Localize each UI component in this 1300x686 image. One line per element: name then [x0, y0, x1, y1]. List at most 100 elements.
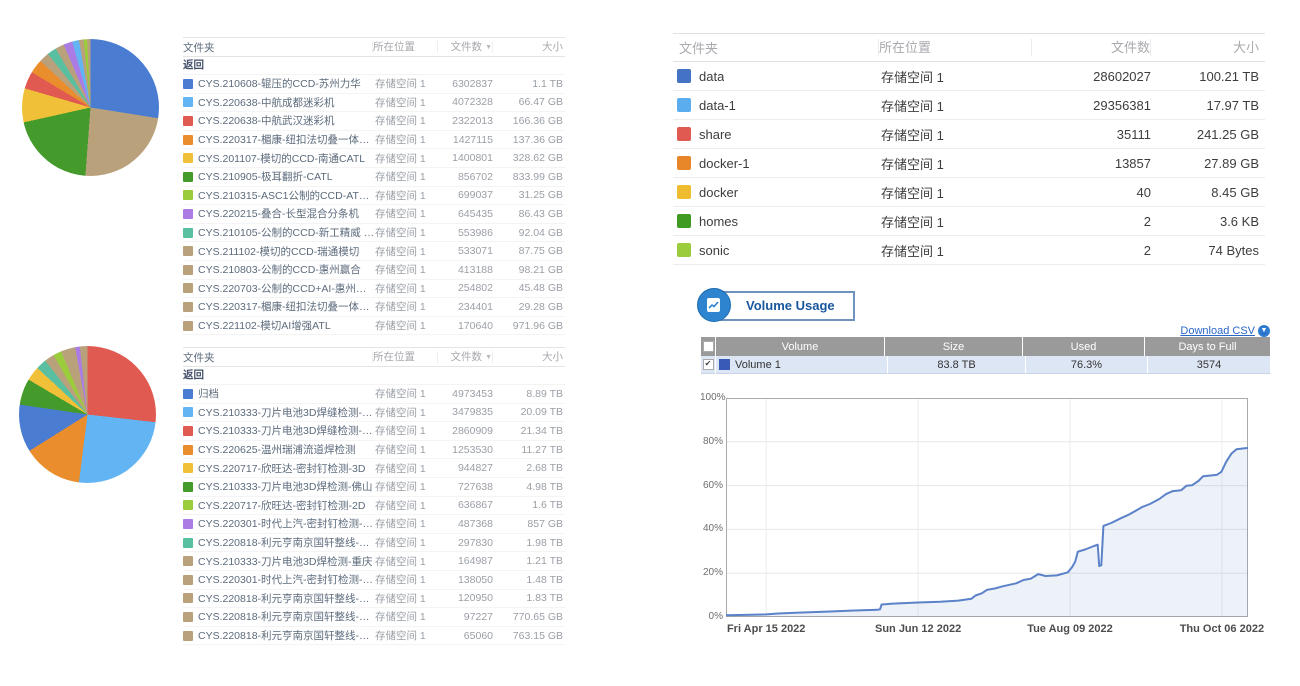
folder-name: CYS.210803-公制的CCD-惠州赢合 — [198, 262, 361, 277]
column-header-size[interactable]: 大小 — [492, 351, 565, 363]
file-count-cell: 1427115 — [439, 134, 493, 146]
column-header-count[interactable]: 文件数 — [1031, 39, 1150, 56]
table-row[interactable]: CYS.220215-叠合-长型混合分条机存储空间 164543586.43 G… — [183, 205, 565, 224]
location-cell: 存储空间 1 — [375, 516, 439, 531]
folder-name: CYS.220717-欣旺达-密封钉检测-2D — [198, 498, 365, 513]
folder-name-cell: CYS.210608-辊压的CCD-苏州力华 — [183, 76, 375, 91]
table-row[interactable]: CYS.220638-中航武汉迷彩机存储空间 12322013166.36 GB — [183, 112, 565, 131]
folder-name-cell: CYS.220638-中航成都迷彩机 — [183, 95, 375, 110]
file-count-cell: 2 — [1033, 214, 1151, 229]
legend-color-chip — [183, 116, 193, 126]
table-row[interactable]: CYS.220818-利元亨南京国轩整线-顶盖激光焊接-...存储空间 1972… — [183, 608, 565, 627]
folder-name-cell: CYS.220818-利元亨南京国轩整线-顶盖激光焊接-... — [183, 609, 375, 624]
table-row[interactable]: CYS.210105-公制的CCD-新工精威 (兰溪)存储空间 15539869… — [183, 224, 565, 243]
table-row[interactable]: data存储空间 128602027100.21 TB — [673, 62, 1265, 91]
folder-name-cell: CYS.220301-时代上汽-密封钉检测-2D — [183, 572, 375, 587]
table-row[interactable]: CYS.220301-时代上汽-密封钉检测-3D存储空间 1487368857 … — [183, 515, 565, 534]
column-header-folder[interactable]: 文件夹 — [183, 40, 372, 55]
x-axis-tick-label: Thu Oct 06 2022 — [1162, 623, 1282, 635]
size-cell: 2.68 TB — [493, 462, 565, 474]
table-row[interactable]: CYS.201107-模切的CCD-南通CATL存储空间 11400801328… — [183, 149, 565, 168]
location-cell: 存储空间 1 — [881, 67, 1033, 86]
size-cell: 92.04 GB — [493, 227, 565, 239]
volume-row[interactable]: ✔Volume 183.8 TB76.3%3574 — [701, 356, 1271, 374]
table-row[interactable]: CYS.220638-中航成都迷彩机存储空间 1407232866.47 GB — [183, 94, 565, 113]
column-header-size[interactable]: 大小 — [1150, 39, 1265, 56]
location-cell: 存储空间 1 — [375, 95, 439, 110]
table-row[interactable]: CYS.210608-辊压的CCD-苏州力华存储空间 163028371.1 T… — [183, 75, 565, 94]
legend-color-chip — [183, 246, 193, 256]
column-header-folder[interactable]: 文件夹 — [183, 350, 372, 365]
table-row[interactable]: CYS.210315-ASC1公制的CCD-ATL公制机存储空间 1699037… — [183, 187, 565, 206]
y-axis-tick-label: 100% — [700, 392, 723, 403]
column-header-used: Used — [1023, 337, 1145, 356]
table-row[interactable]: CYS.211102-模切的CCD-瑞通模切存储空间 153307187.75 … — [183, 242, 565, 261]
volume-table: Volume Size Used Days to Full ✔Volume 18… — [701, 337, 1271, 374]
legend-color-chip — [677, 214, 691, 228]
table-row[interactable]: 归档存储空间 149734538.89 TB — [183, 385, 565, 404]
table-row[interactable]: CYS.210333-刀片电池3D焊检测-佛山存储空间 17276384.98 … — [183, 478, 565, 497]
back-link[interactable]: 返回 — [183, 367, 565, 385]
file-count-cell: 29356381 — [1033, 98, 1151, 113]
table-row[interactable]: docker-1存储空间 11385727.89 GB — [673, 149, 1265, 178]
table-row[interactable]: CYS.221102-模切AI增强ATL存储空间 1170640971.96 G… — [183, 317, 565, 336]
table-row[interactable]: data-1存储空间 12935638117.97 TB — [673, 91, 1265, 120]
size-cell: 241.25 GB — [1151, 127, 1265, 142]
folder-name: CYS.220818-利元亨南京国轩整线-质量焊-2D — [198, 591, 375, 606]
folder-name-cell: CYS.220717-欣旺达-密封钉检测-2D — [183, 498, 375, 513]
location-cell: 存储空间 1 — [375, 206, 439, 221]
file-count-cell: 120950 — [439, 592, 493, 604]
table-row[interactable]: CYS.210803-公制的CCD-惠州赢合存储空间 141318898.21 … — [183, 261, 565, 280]
folder-name-cell: CYS.220818-利元亨南京国轩整线-密封钉 — [183, 628, 375, 643]
y-axis-tick-label: 40% — [700, 523, 723, 534]
table-row[interactable]: CYS.220818-利元亨南京国轩整线-质量焊-2D存储空间 11209501… — [183, 590, 565, 609]
column-header-count[interactable]: 文件数▼ — [437, 351, 492, 363]
folder-name: CYS.220818-利元亨南京国轩整线-顶盖激光焊接-... — [198, 609, 375, 624]
legend-color-chip — [183, 209, 193, 219]
table-body: data存储空间 128602027100.21 TBdata-1存储空间 12… — [673, 62, 1265, 265]
table-row[interactable]: CYS.220717-欣旺达-密封钉检测-2D存储空间 16368671.6 T… — [183, 497, 565, 516]
folder-name: CYS.211102-模切的CCD-瑞通模切 — [198, 244, 359, 259]
column-header-location[interactable]: 所在位置 — [372, 41, 437, 53]
size-cell: 100.21 TB — [1151, 69, 1265, 84]
column-header-folder[interactable]: 文件夹 — [673, 38, 878, 57]
table-row[interactable]: homes存储空间 123.6 KB — [673, 207, 1265, 236]
table-row[interactable]: CYS.220717-欣旺达-密封钉检测-3D存储空间 19448272.68 … — [183, 459, 565, 478]
location-cell: 存储空间 1 — [375, 169, 439, 184]
volume-usage-chart: 0%20%40%60%80%100%Fri Apr 15 2022Sun Jun… — [700, 385, 1272, 670]
table-row[interactable]: CYS.220625-温州瑞浦流道焊检测存储空间 1125353011.27 T… — [183, 441, 565, 460]
table-row[interactable]: CYS.210333-刀片电池3D焊缝检测-宁乡存储空间 1286090921.… — [183, 422, 565, 441]
folder-name: CYS.221102-模切AI增强ATL — [198, 318, 331, 333]
table-row[interactable]: docker存储空间 1408.45 GB — [673, 178, 1265, 207]
table-row[interactable]: CYS.220818-利元亨南京国轩整线-质量焊-3D存储空间 12978301… — [183, 534, 565, 553]
legend-color-chip — [677, 156, 691, 170]
row-checkbox[interactable]: ✔ — [701, 356, 716, 374]
legend-color-chip — [719, 359, 730, 370]
table-row[interactable]: CYS.210905-极耳翻折-CATL存储空间 1856702833.99 G… — [183, 168, 565, 187]
location-cell: 存储空间 1 — [375, 76, 439, 91]
table-row[interactable]: sonic存储空间 1274 Bytes — [673, 236, 1265, 265]
column-header-count[interactable]: 文件数▼ — [437, 41, 492, 53]
file-count-cell: 254802 — [439, 282, 493, 294]
download-csv-link[interactable]: Download CSV ▼ — [1180, 325, 1270, 337]
column-header-size[interactable]: 大小 — [492, 41, 565, 53]
table-row[interactable]: CYS.220301-时代上汽-密封钉检测-2D存储空间 11380501.48… — [183, 571, 565, 590]
location-cell: 存储空间 1 — [881, 241, 1033, 260]
table-row[interactable]: CYS.210333-刀片电池3D焊检测-重庆存储空间 11649871.21 … — [183, 552, 565, 571]
back-link[interactable]: 返回 — [183, 57, 565, 75]
column-header-location[interactable]: 所在位置 — [372, 351, 437, 363]
table-row[interactable]: CYS.220703-公制的CCD+AI-惠州赢合存储空间 125480245.… — [183, 280, 565, 299]
table-row[interactable]: share存储空间 135111241.25 GB — [673, 120, 1265, 149]
table-row[interactable]: CYS.220317-楣康-纽扣法切叠一体机-定位存储空间 123440129.… — [183, 298, 565, 317]
select-all-checkbox[interactable] — [701, 337, 716, 356]
location-cell: 存储空间 1 — [375, 609, 439, 624]
file-count-cell: 3479835 — [439, 406, 493, 418]
table-row[interactable]: CYS.210333-刀片电池3D焊缝检测-无为-2期存储空间 13479835… — [183, 404, 565, 423]
table-row[interactable]: CYS.220818-利元亨南京国轩整线-密封钉存储空间 165060763.1… — [183, 627, 565, 646]
table-row[interactable]: CYS.220317-楣康-纽扣法切叠一体机-缺陷检测存储空间 11427115… — [183, 131, 565, 150]
column-header-location[interactable]: 所在位置 — [878, 39, 1031, 56]
folder-name: CYS.210315-ASC1公制的CCD-ATL公制机 — [198, 188, 375, 203]
location-cell: 存储空间 1 — [375, 628, 439, 643]
folder-table-1: 文件夹 所在位置 文件数▼ 大小 返回 CYS.210608-辊压的CCD-苏州… — [183, 37, 565, 335]
folder-name-cell: CYS.220317-楣康-纽扣法切叠一体机-缺陷检测 — [183, 132, 375, 147]
